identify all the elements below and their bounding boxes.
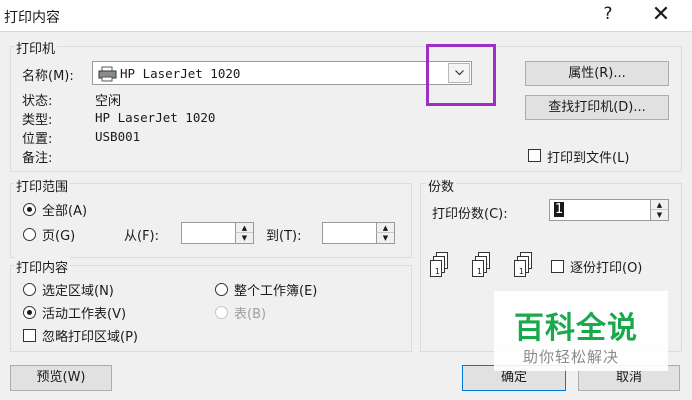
find-printer-button[interactable]: 查找打印机(D)...	[525, 95, 669, 120]
spinner-down-icon[interactable]: ▼	[650, 210, 668, 220]
printer-name-dropdown[interactable]: HP LaserJet 1020	[92, 61, 472, 85]
ignore-print-area-label: 忽略打印区域(P)	[42, 330, 138, 345]
window-title: 打印内容	[4, 10, 60, 26]
printer-name-value: HP LaserJet 1020	[120, 66, 241, 81]
page-icon: 1	[472, 260, 484, 277]
type-label: 类型:	[22, 113, 53, 128]
active-sheets-label: 活动工作表(V)	[42, 307, 127, 322]
status-label: 状态:	[22, 94, 53, 109]
collate-checkbox[interactable]	[551, 260, 564, 273]
properties-button[interactable]: 属性(R)...	[525, 61, 669, 86]
page-number: 1	[434, 267, 440, 276]
copies-legend: 份数	[426, 176, 457, 195]
table-radio	[215, 306, 228, 319]
comment-label: 备注:	[22, 151, 53, 166]
print-range-legend: 打印范围	[14, 176, 71, 195]
selection-label: 选定区域(N)	[42, 284, 114, 299]
from-spinner[interactable]: ▲ ▼	[181, 222, 254, 244]
printer-name-label: 名称(M):	[22, 69, 74, 84]
to-spinner[interactable]: ▲ ▼	[322, 222, 395, 244]
active-sheets-radio[interactable]	[23, 306, 36, 319]
range-all-label: 全部(A)	[42, 204, 88, 219]
help-icon[interactable]: ?	[598, 4, 618, 24]
spinner-up-icon[interactable]: ▲	[650, 200, 668, 210]
collate-pages-icon: 3 2 1 3 2 1 3 2 1	[430, 252, 540, 282]
range-all-radio[interactable]	[23, 203, 36, 216]
preview-button[interactable]: 预览(W)	[10, 365, 112, 391]
spinner-up-icon[interactable]: ▲	[235, 223, 253, 233]
title-bar: 打印内容 ? ✕	[0, 0, 692, 32]
spinner-down-icon[interactable]: ▼	[235, 233, 253, 243]
watermark-subtitle: 助你轻松解决	[523, 348, 620, 366]
printer-legend: 打印机	[14, 38, 58, 57]
from-label: 从(F):	[124, 229, 160, 244]
location-value: USB001	[95, 129, 141, 144]
page-icon: 1	[430, 260, 442, 277]
copies-count-value: 1	[554, 202, 565, 217]
page-number: 1	[476, 267, 482, 276]
copies-spinner[interactable]: 1 ▲ ▼	[549, 199, 669, 221]
spinner-up-icon[interactable]: ▲	[376, 223, 394, 233]
selection-radio[interactable]	[23, 283, 36, 296]
table-label: 表(B)	[234, 307, 267, 322]
page-number: 1	[518, 267, 524, 276]
type-value: HP LaserJet 1020	[95, 110, 216, 125]
watermark-title: 百科全说	[514, 311, 638, 346]
print-to-file-checkbox[interactable]	[528, 149, 541, 162]
range-pages-label: 页(G)	[42, 229, 76, 244]
collate-label: 逐份打印(O)	[570, 261, 643, 276]
location-label: 位置:	[22, 132, 53, 147]
printer-icon	[98, 66, 117, 82]
entire-workbook-radio[interactable]	[215, 283, 228, 296]
watermark: 百科全说 助你轻松解决	[494, 291, 668, 371]
print-range-group	[10, 183, 412, 258]
page-icon: 1	[514, 260, 526, 277]
ignore-print-area-checkbox[interactable]	[23, 329, 36, 342]
close-icon[interactable]: ✕	[648, 2, 674, 27]
entire-workbook-label: 整个工作簿(E)	[234, 284, 318, 299]
spinner-down-icon[interactable]: ▼	[376, 233, 394, 243]
print-to-file-label: 打印到文件(L)	[547, 151, 630, 166]
status-value: 空闲	[95, 94, 122, 109]
to-label: 到(T):	[266, 229, 302, 244]
copies-count-label: 打印份数(C):	[432, 207, 508, 222]
highlight-box	[426, 44, 496, 106]
print-content-legend: 打印内容	[14, 257, 71, 276]
range-pages-radio[interactable]	[23, 228, 36, 241]
